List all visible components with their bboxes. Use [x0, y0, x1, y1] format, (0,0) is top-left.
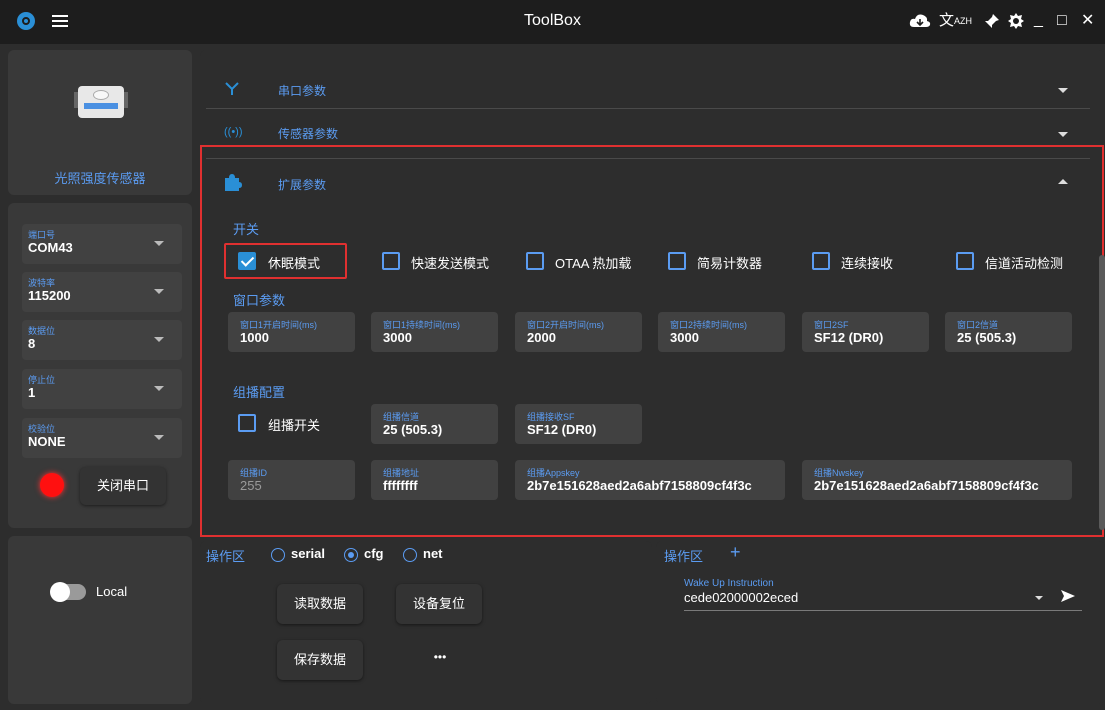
rx1-duration-field[interactable]: 窗口1持续时间(ms) 3000 — [371, 312, 498, 352]
sensor-card: 光照强度传感器 — [8, 50, 192, 195]
divider — [206, 108, 1090, 109]
antenna-icon — [225, 82, 239, 95]
switches-heading: 开关 — [233, 222, 260, 237]
multicast-switch-checkbox[interactable] — [238, 414, 256, 432]
multicast-heading: 组播配置 — [233, 385, 286, 400]
instruction-panel — [656, 541, 1105, 704]
translate-icon[interactable]: 文AZH — [939, 10, 979, 32]
instruction-input[interactable]: cede02000002eced — [684, 590, 798, 605]
chevron-down-icon[interactable] — [1035, 596, 1043, 600]
mode-cfg-label: cfg — [364, 546, 384, 561]
save-data-button[interactable]: 保存数据 — [277, 640, 363, 680]
device-reset-button[interactable]: 设备复位 — [396, 584, 482, 624]
multicast-channel-field[interactable]: 组播信道 25 (505.3) — [371, 404, 498, 444]
instruction-label: Wake Up Instruction — [684, 578, 774, 589]
chevron-up-icon[interactable] — [1058, 179, 1068, 184]
close-port-button[interactable]: 关闭串口 — [80, 467, 166, 505]
multicast-nwskey-field[interactable]: 组播Nwskey 2b7e151628aed2a6abf7158809cf4f3… — [802, 460, 1072, 500]
chevron-down-icon — [154, 386, 164, 391]
theme-icon[interactable] — [1008, 13, 1024, 35]
chevron-down-icon — [154, 435, 164, 440]
rx2-duration-field[interactable]: 窗口2持续时间(ms) 3000 — [658, 312, 785, 352]
send-icon[interactable] — [1060, 588, 1076, 604]
chevron-down-icon — [154, 289, 164, 294]
close-button[interactable]: ✕ — [1081, 10, 1095, 32]
local-toggle[interactable] — [50, 582, 86, 602]
connection-status-indicator — [40, 473, 64, 497]
multicast-switch-label: 组播开关 — [268, 418, 321, 433]
section-ext-params[interactable]: 扩展参数 — [278, 176, 326, 193]
sleep-mode-checkbox[interactable] — [238, 252, 256, 270]
sensor-device-image — [74, 84, 128, 120]
minimize-button[interactable]: _ — [1034, 9, 1048, 31]
otaa-hotload-label: OTAA 热加载 — [555, 256, 632, 271]
mode-serial-label: serial — [291, 546, 325, 561]
instruction-panel-heading: 操作区 — [664, 549, 704, 564]
maximize-button[interactable]: □ — [1057, 10, 1071, 32]
section-sensor-params[interactable]: 传感器参数 — [278, 125, 338, 142]
chevron-down-icon — [154, 241, 164, 246]
broadcast-icon: ((•)) — [224, 126, 243, 138]
input-underline — [684, 610, 1082, 611]
rx2-open-time-field[interactable]: 窗口2开启时间(ms) 2000 — [515, 312, 642, 352]
window-params-heading: 窗口参数 — [233, 293, 286, 308]
operation-heading: 操作区 — [206, 549, 246, 564]
local-label: Local — [96, 584, 128, 599]
multicast-id-field[interactable]: 组播ID 255 — [228, 460, 355, 500]
rx2-channel-field[interactable]: 窗口2信道 25 (505.3) — [945, 312, 1072, 352]
section-serial-params[interactable]: 串口参数 — [278, 82, 326, 99]
otaa-hotload-checkbox[interactable] — [526, 252, 544, 270]
continuous-rx-checkbox[interactable] — [812, 252, 830, 270]
title-bar: ToolBox 文AZH _ □ ✕ — [0, 0, 1105, 44]
cad-checkbox[interactable] — [956, 252, 974, 270]
port-select[interactable]: 端口号 COM43 — [22, 224, 182, 264]
mode-net-radio[interactable] — [403, 548, 417, 562]
more-options-icon[interactable]: ••• — [420, 650, 460, 670]
multicast-appskey-field[interactable]: 组播Appskey 2b7e151628aed2a6abf7158809cf4f… — [515, 460, 785, 500]
simple-counter-checkbox[interactable] — [668, 252, 686, 270]
read-data-button[interactable]: 读取数据 — [277, 584, 363, 624]
cad-label: 信道活动检测 — [985, 256, 1064, 271]
add-icon[interactable]: + — [730, 542, 741, 563]
parity-select[interactable]: 校验位 NONE — [22, 418, 182, 458]
multicast-addr-field[interactable]: 组播地址 ffffffff — [371, 460, 498, 500]
cloud-icon[interactable] — [909, 12, 931, 34]
sensor-name: 光照强度传感器 — [54, 171, 146, 186]
multicast-rx-sf-field[interactable]: 组播接收SF SF12 (DR0) — [515, 404, 642, 444]
mode-cfg-radio[interactable] — [344, 548, 358, 562]
puzzle-icon — [225, 174, 242, 191]
stopbits-select[interactable]: 停止位 1 — [22, 369, 182, 409]
chevron-down-icon[interactable] — [1058, 88, 1068, 93]
continuous-rx-label: 连续接收 — [841, 256, 894, 271]
sleep-mode-label: 休眠模式 — [268, 256, 321, 271]
simple-counter-label: 简易计数器 — [697, 256, 763, 271]
fast-send-label: 快速发送模式 — [411, 256, 490, 271]
local-card — [8, 536, 192, 704]
mode-net-label: net — [423, 546, 443, 561]
chevron-down-icon[interactable] — [1058, 132, 1068, 137]
chevron-down-icon — [154, 337, 164, 342]
baudrate-select[interactable]: 波特率 115200 — [22, 272, 182, 312]
pin-icon[interactable] — [984, 13, 1000, 35]
config-scrollbar[interactable] — [1099, 255, 1105, 530]
fast-send-checkbox[interactable] — [382, 252, 400, 270]
databits-select[interactable]: 数据位 8 — [22, 320, 182, 360]
rx2-sf-field[interactable]: 窗口2SF SF12 (DR0) — [802, 312, 929, 352]
rx1-open-time-field[interactable]: 窗口1开启时间(ms) 1000 — [228, 312, 355, 352]
mode-serial-radio[interactable] — [271, 548, 285, 562]
